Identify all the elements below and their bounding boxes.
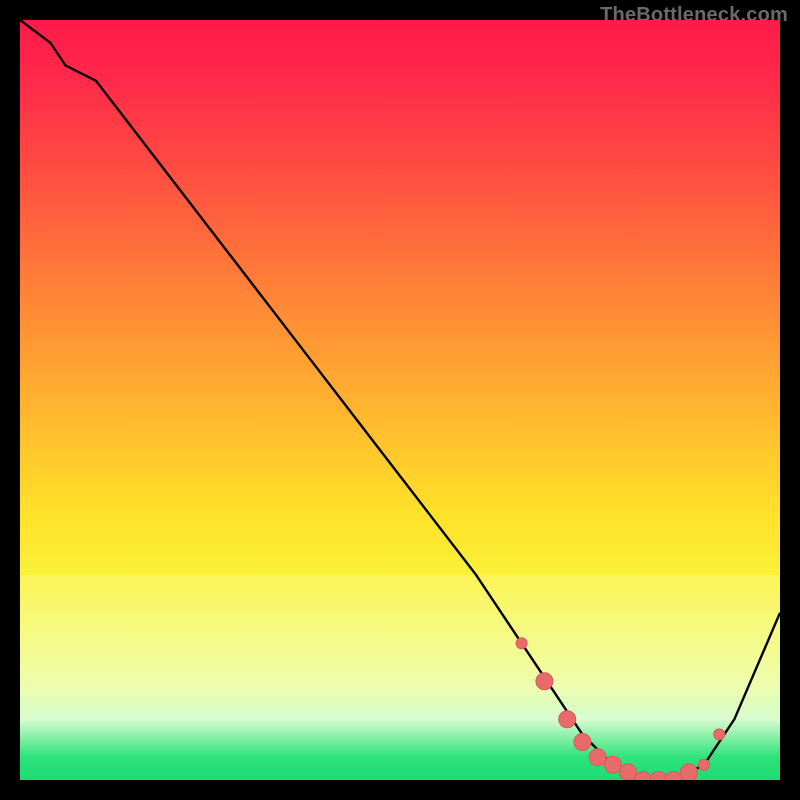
marker-dot [650,772,667,781]
highlight-band [20,575,780,697]
chart-stage: TheBottleneck.com [0,0,800,800]
marker-dot [665,772,682,781]
marker-dot [680,764,697,780]
marker-dot [699,759,710,770]
marker-dot [536,673,553,690]
marker-dot [604,756,621,773]
curve-layer [20,20,780,780]
bottleneck-curve [20,20,780,780]
curve-markers [516,638,725,780]
marker-dot [516,638,527,649]
marker-dot [589,749,606,766]
marker-dot [714,729,725,740]
marker-dot [559,711,576,728]
marker-dot [620,764,637,780]
marker-dot [574,734,591,751]
plot-area [20,20,780,780]
marker-dot [635,772,652,781]
